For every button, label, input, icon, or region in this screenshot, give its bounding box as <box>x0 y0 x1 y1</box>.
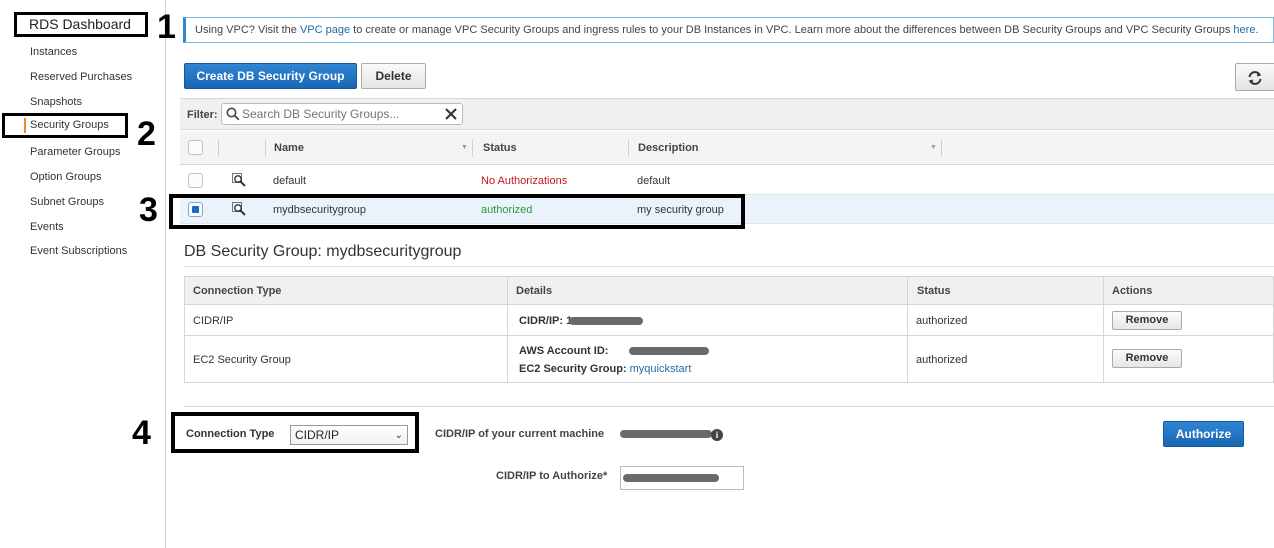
sidebar: RDS Dashboard Instances Reserved Purchas… <box>0 0 166 548</box>
connection-type-value: CIDR/IP <box>295 428 340 442</box>
sort-icon[interactable]: ▼ <box>461 144 468 151</box>
column-header-status: Status <box>917 285 951 297</box>
filter-label: Filter: <box>187 109 218 121</box>
column-header-status[interactable]: Status <box>483 142 517 154</box>
annotation-3: 3 <box>139 191 158 229</box>
banner-text: Using VPC? Visit the <box>195 24 300 36</box>
redacted-value <box>629 347 709 355</box>
column-separator <box>941 139 942 157</box>
search-input[interactable] <box>242 106 442 122</box>
detail-title: DB Security Group: mydbsecuritygroup <box>184 243 462 260</box>
connection-type-select[interactable]: CIDR/IP ⌄ <box>290 425 408 445</box>
info-icon[interactable]: i <box>711 429 723 441</box>
authorize-button[interactable]: Authorize <box>1163 421 1244 447</box>
column-divider <box>507 277 508 382</box>
table-row[interactable]: default No Authorizations default <box>180 166 1274 195</box>
clear-icon[interactable] <box>445 108 457 120</box>
sidebar-item-subnet-groups[interactable]: Subnet Groups <box>30 196 104 208</box>
redacted-value <box>623 474 719 482</box>
row-status: No Authorizations <box>481 175 568 187</box>
view-details-icon[interactable] <box>232 173 246 187</box>
redacted-value <box>569 317 643 325</box>
sidebar-item-security-groups[interactable]: Security Groups <box>2 113 128 138</box>
status-cell: authorized <box>916 354 968 366</box>
filter-search-box[interactable] <box>221 103 463 125</box>
cidr-to-authorize-label: CIDR/IP to Authorize* <box>496 470 608 482</box>
aws-account-id-label: AWS Account ID: <box>519 345 609 357</box>
search-icon <box>226 107 240 121</box>
filter-bar: Filter: <box>180 98 1274 130</box>
row-checkbox[interactable] <box>188 173 203 188</box>
current-machine-label: CIDR/IP of your current machine <box>435 428 605 440</box>
refresh-icon <box>1248 71 1262 85</box>
cidr-label: CIDR/IP: <box>519 315 563 327</box>
column-divider <box>907 277 908 382</box>
row-divider <box>185 335 1273 336</box>
authorizations-table: Connection Type Details Status Actions C… <box>184 276 1274 383</box>
remove-button[interactable]: Remove <box>1112 311 1182 330</box>
connection-type-group: Connection Type CIDR/IP ⌄ <box>171 412 419 453</box>
connection-type-cell: EC2 Security Group <box>193 354 291 366</box>
cidr-to-authorize-input[interactable] <box>620 466 744 490</box>
here-link[interactable]: here <box>1233 24 1255 36</box>
highlight-box <box>169 194 745 229</box>
annotation-1: 1 <box>157 8 176 46</box>
annotation-4: 4 <box>132 414 151 452</box>
column-separator <box>472 139 473 157</box>
column-separator <box>628 139 629 157</box>
sidebar-title[interactable]: RDS Dashboard <box>14 12 148 37</box>
cidr-detail-label: CIDR/IP: 1 <box>519 315 572 327</box>
sidebar-item-reserved-purchases[interactable]: Reserved Purchases <box>30 71 132 83</box>
annotation-2: 2 <box>137 115 156 153</box>
divider <box>184 266 1274 267</box>
sidebar-item-events[interactable]: Events <box>30 221 64 233</box>
column-header-description[interactable]: Description <box>638 142 699 154</box>
connection-type-cell: CIDR/IP <box>193 315 234 327</box>
sidebar-item-snapshots[interactable]: Snapshots <box>30 96 82 108</box>
sidebar-item-event-subscriptions[interactable]: Event Subscriptions <box>30 245 127 257</box>
remove-button[interactable]: Remove <box>1112 349 1182 368</box>
create-db-security-group-button[interactable]: Create DB Security Group <box>184 63 357 89</box>
ec2-security-group-link[interactable]: myquickstart <box>630 363 692 375</box>
sidebar-item-instances[interactable]: Instances <box>30 46 77 58</box>
sidebar-item-option-groups[interactable]: Option Groups <box>30 171 102 183</box>
delete-button[interactable]: Delete <box>361 63 426 89</box>
chevron-down-icon: ⌄ <box>394 430 403 441</box>
select-all-checkbox[interactable] <box>188 140 203 155</box>
column-header-name[interactable]: Name <box>274 142 304 154</box>
authorizations-table-header: Connection Type Details Status Actions <box>185 277 1273 305</box>
refresh-button[interactable] <box>1235 63 1274 91</box>
column-separator <box>265 139 266 157</box>
ec2-security-group-label: EC2 Security Group: <box>519 363 627 375</box>
divider <box>184 406 1274 407</box>
sort-icon[interactable]: ▼ <box>930 144 937 151</box>
banner-text: to create or manage VPC Security Groups … <box>350 24 1234 36</box>
sidebar-item-parameter-groups[interactable]: Parameter Groups <box>30 146 120 158</box>
row-name: default <box>273 175 307 187</box>
column-header-connection-type: Connection Type <box>193 285 282 297</box>
banner-text: . <box>1255 24 1259 36</box>
column-header-details: Details <box>516 285 553 297</box>
vpc-info-banner: Using VPC? Visit the VPC page to create … <box>183 17 1274 43</box>
redacted-value <box>620 430 712 438</box>
table-header: Name ▼ Status Description ▼ <box>180 131 1274 165</box>
vpc-page-link[interactable]: VPC page <box>300 24 350 36</box>
column-header-actions: Actions <box>1112 285 1153 297</box>
row-description: default <box>637 175 671 187</box>
ec2-security-group-detail: EC2 Security Group: myquickstart <box>519 363 691 375</box>
column-divider <box>1103 277 1104 382</box>
status-cell: authorized <box>916 315 968 327</box>
column-separator <box>218 139 219 157</box>
connection-type-label: Connection Type <box>186 428 275 440</box>
